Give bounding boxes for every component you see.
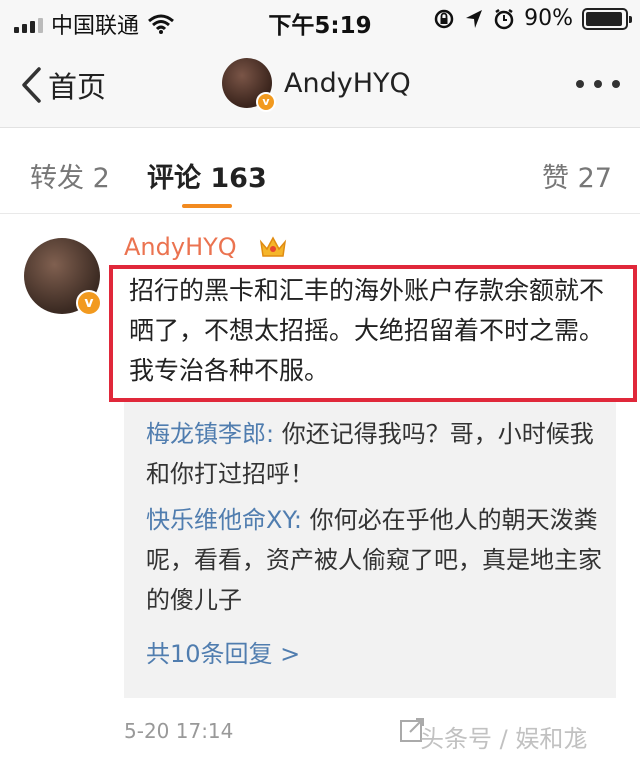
chevron-left-icon bbox=[22, 67, 41, 103]
verified-badge-icon: v bbox=[256, 92, 276, 112]
comment-avatar[interactable]: v bbox=[24, 238, 102, 316]
nav-bar: 首页 v AndyHYQ bbox=[0, 40, 640, 128]
rotation-lock-icon bbox=[434, 9, 454, 28]
verified-badge-icon: v bbox=[76, 290, 102, 316]
tab-bar: 转发 2 评论 163 赞 27 bbox=[0, 128, 640, 214]
active-tab-indicator bbox=[182, 204, 232, 208]
replies-panel: 梅龙镇李郎: 你还记得我吗？哥，小时候我和你打过招呼！ 快乐维他命XY: 你何必… bbox=[124, 402, 616, 698]
tab-like[interactable]: 赞 27 bbox=[542, 156, 612, 195]
nav-title: AndyHYQ bbox=[284, 67, 411, 99]
highlight-box: 招行的黑卡和汇丰的海外账户存款余额就不晒了，不想太招摇。大绝招留着不时之需。我专… bbox=[109, 265, 637, 402]
back-label: 首页 bbox=[48, 70, 107, 104]
battery-percent: 90% bbox=[524, 6, 573, 31]
battery-icon bbox=[582, 7, 632, 30]
crown-icon bbox=[259, 236, 287, 257]
status-right: 90% bbox=[433, 6, 632, 31]
more-icon[interactable] bbox=[576, 80, 620, 88]
comment-username[interactable]: AndyHYQ bbox=[124, 233, 237, 261]
status-bar: 中国联通 下午5:19 90% bbox=[0, 0, 640, 40]
reply-author[interactable]: 快乐维他命XY: bbox=[146, 506, 302, 534]
back-button[interactable]: 首页 bbox=[20, 64, 106, 106]
location-icon bbox=[466, 9, 483, 28]
alarm-icon bbox=[494, 8, 514, 29]
avatar[interactable]: v bbox=[222, 58, 276, 112]
nav-profile[interactable]: v AndyHYQ bbox=[222, 58, 411, 112]
comment-item: v AndyHYQ 招行的黑卡和汇丰的海外账户存款余额就不晒了，不想太招摇。大绝… bbox=[0, 214, 640, 763]
reply-item[interactable]: 梅龙镇李郎: 你还记得我吗？哥，小时候我和你打过招呼！ bbox=[146, 414, 606, 494]
comment-date: 5-20 17:14 bbox=[124, 719, 234, 743]
reply-author[interactable]: 梅龙镇李郎: bbox=[146, 420, 274, 448]
watermark: 头条号 / 娱和尨 bbox=[420, 725, 588, 753]
more-replies-link[interactable]: 共10条回复 > bbox=[146, 634, 300, 669]
tab-comment[interactable]: 评论 163 bbox=[147, 156, 267, 195]
reply-item[interactable]: 快乐维他命XY: 你何必在乎他人的朝天泼粪呢，看看，资产被人偷窥了吧，真是地主家… bbox=[146, 500, 606, 620]
comment-text: 招行的黑卡和汇丰的海外账户存款余额就不晒了，不想太招摇。大绝招留着不时之需。我专… bbox=[129, 276, 605, 385]
tab-repost[interactable]: 转发 2 bbox=[30, 156, 110, 195]
